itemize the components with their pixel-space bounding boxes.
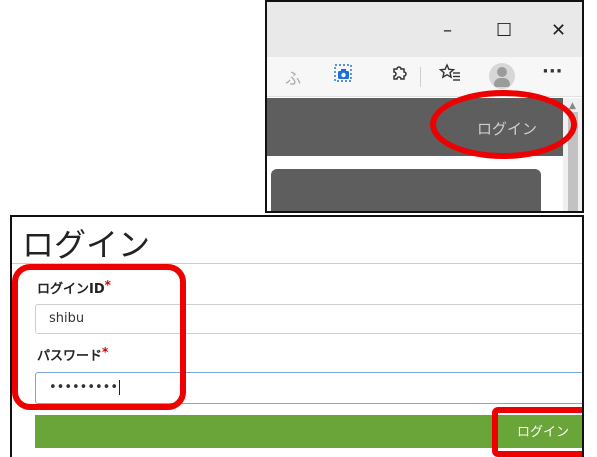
maximize-button[interactable]: ☐	[496, 20, 512, 41]
login-form-crop: ログイン ログインID* shibu パスワード* ••••••••• ログイン	[10, 215, 584, 457]
highlight-oval	[430, 90, 577, 159]
profile-icon[interactable]	[489, 63, 515, 89]
extensions-icon[interactable]	[389, 63, 409, 88]
more-icon[interactable]: ···	[542, 61, 563, 82]
read-aloud-icon[interactable]: ふ	[285, 65, 301, 89]
favorites-icon[interactable]	[438, 63, 461, 88]
screenshot-camera-icon[interactable]	[333, 63, 353, 88]
content-panel	[271, 169, 541, 211]
login-heading: ログイン	[22, 226, 151, 264]
highlight-fields-box	[12, 264, 186, 410]
toolbar-separator	[420, 67, 421, 87]
close-button[interactable]: ✕	[551, 20, 566, 41]
highlight-button-box	[492, 407, 582, 457]
title-bar: – ☐ ✕	[267, 2, 582, 57]
browser-toolbar: ふ ···	[267, 57, 582, 97]
minimize-button[interactable]: –	[443, 20, 452, 41]
